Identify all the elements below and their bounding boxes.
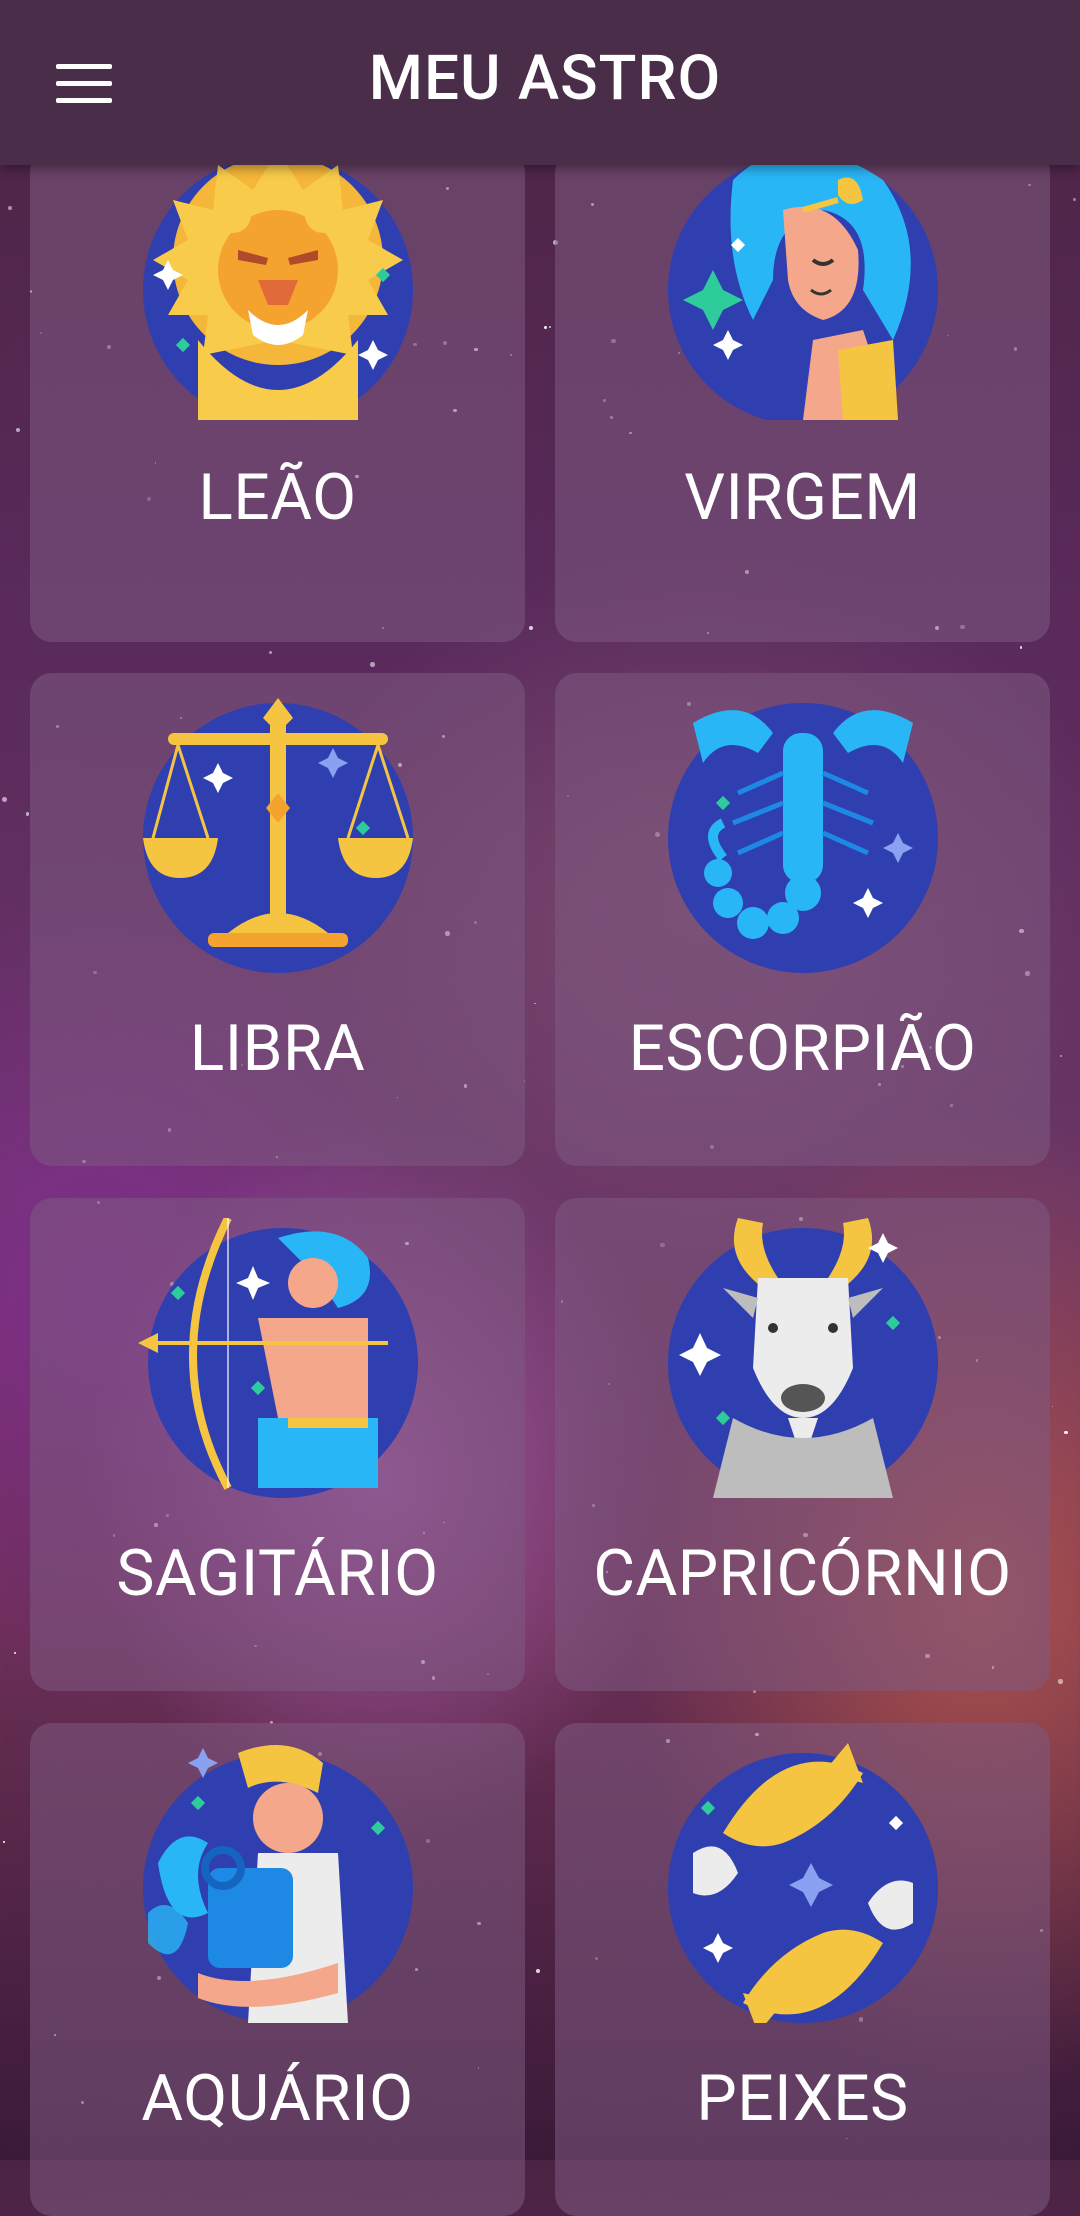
sign-label: SAGITÁRIO (116, 1536, 439, 1611)
virgo-maiden-icon (668, 150, 938, 420)
archer-icon (138, 1218, 418, 1498)
goat-icon (668, 1218, 938, 1498)
sign-label: PEIXES (696, 2061, 909, 2136)
sign-label: VIRGEM (684, 460, 921, 535)
sign-card-sagitario[interactable]: SAGITÁRIO (30, 1198, 525, 1691)
sign-grid: LEÃO VIRGEM LIBRA ESCORPIÃO SAGITÁRIO CA… (0, 0, 1080, 2216)
sign-card-libra[interactable]: LIBRA (30, 673, 525, 1166)
scorpion-icon (668, 703, 938, 973)
fish-icon (668, 1743, 938, 2023)
sign-label: LIBRA (189, 1011, 366, 1086)
sign-label: AQUÁRIO (141, 2061, 414, 2136)
sign-label: ESCORPIÃO (628, 1011, 977, 1086)
scales-icon (143, 698, 413, 973)
sign-card-capricornio[interactable]: CAPRICÓRNIO (555, 1198, 1050, 1691)
sign-card-peixes[interactable]: PEIXES (555, 1723, 1050, 2216)
lion-icon (143, 150, 413, 420)
sign-card-escorpiao[interactable]: ESCORPIÃO (555, 673, 1050, 1166)
sign-card-leao[interactable]: LEÃO (30, 150, 525, 642)
sign-card-aquario[interactable]: AQUÁRIO (30, 1723, 525, 2216)
sign-label: CAPRICÓRNIO (593, 1536, 1012, 1611)
sign-card-virgem[interactable]: VIRGEM (555, 150, 1050, 642)
sign-label: LEÃO (198, 460, 357, 535)
app-bar: MEU ASTRO (0, 0, 1080, 165)
app-title: MEU ASTRO (368, 42, 722, 115)
water-bearer-icon (143, 1745, 413, 2023)
